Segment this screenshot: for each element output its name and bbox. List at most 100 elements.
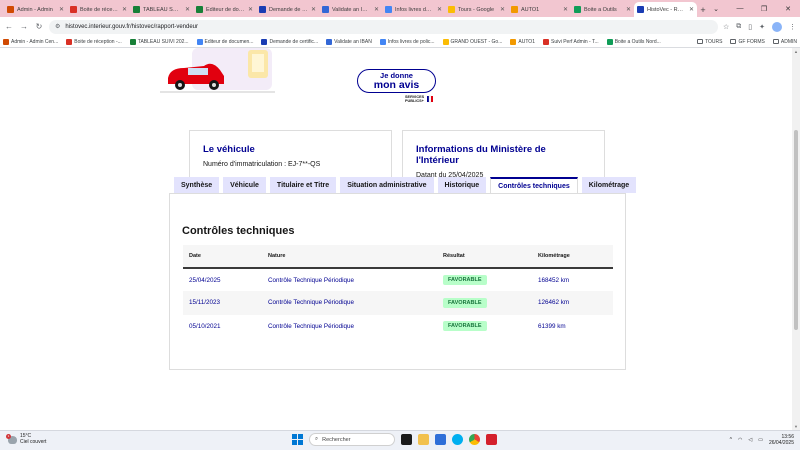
cell-mileage: 61399 km xyxy=(538,322,566,330)
cloud-icon: 1 xyxy=(6,433,17,444)
chevron-up-icon[interactable]: ^ xyxy=(730,437,732,443)
tab-title: Infos livres de police xyxy=(395,6,434,13)
browser-tab[interactable]: AUTO1 ✕ xyxy=(508,2,571,17)
bookmark-folder[interactable]: ADMIN xyxy=(772,39,797,45)
close-tab-icon[interactable]: ✕ xyxy=(563,6,568,13)
browser-tab[interactable]: Validate an IBAN ✕ xyxy=(319,2,382,17)
report-tab[interactable]: Contrôles techniques xyxy=(490,177,578,194)
wifi-icon[interactable]: ◠ xyxy=(738,437,742,443)
bookmark-favicon-icon xyxy=(261,38,268,45)
tab-favicon-icon xyxy=(637,6,644,13)
file-explorer-icon[interactable] xyxy=(418,434,429,445)
browser-tab-strip: Admin - Admin ✕ Boite de réception ✕ TAB… xyxy=(0,0,800,17)
report-tab[interactable]: Historique xyxy=(437,177,487,193)
tab-favicon-icon xyxy=(448,6,455,13)
bookmark-folder[interactable]: TOURS xyxy=(697,39,722,45)
taskbar-search-box[interactable]: ⌕ Rechercher xyxy=(309,433,395,446)
chrome-icon[interactable] xyxy=(469,434,480,445)
tab-search-icon[interactable]: ⌄ xyxy=(704,0,728,17)
report-tab[interactable]: Véhicule xyxy=(223,177,266,193)
give-feedback-button[interactable]: Je donne mon avis xyxy=(357,69,436,93)
tab-title: Demande de certificat xyxy=(269,6,308,13)
close-tab-icon[interactable]: ✕ xyxy=(248,6,253,13)
page-scrollbar[interactable]: ▲ ▼ xyxy=(792,48,800,430)
weather-widget[interactable]: 1 15°C Ciel couvert xyxy=(6,433,46,445)
task-view-icon[interactable] xyxy=(401,434,412,445)
cell-mileage: 168452 km xyxy=(538,276,570,284)
close-tab-icon[interactable]: ✕ xyxy=(122,6,127,13)
report-tab[interactable]: Titulaire et Titre xyxy=(269,177,337,193)
result-badge: FAVORABLE xyxy=(443,275,487,286)
browser-tab[interactable]: Editeur de documents ✕ xyxy=(193,2,256,17)
search-icon: ⌕ xyxy=(315,436,319,442)
report-tab[interactable]: Situation administrative xyxy=(340,177,434,193)
bookmark-folder[interactable]: GF FORMS xyxy=(730,39,765,45)
report-tab[interactable]: Kilométrage xyxy=(581,177,637,193)
table-row: 15/11/2023 Contrôle Technique Périodique… xyxy=(183,291,613,315)
reload-icon[interactable]: ↻ xyxy=(34,22,44,31)
bookmark-item[interactable]: Editeur de documen... xyxy=(196,38,253,45)
close-tab-icon[interactable]: ✕ xyxy=(59,6,64,13)
close-tab-icon[interactable]: ✕ xyxy=(689,6,694,13)
assistant-icon[interactable]: ✦ xyxy=(759,23,765,31)
close-tab-icon[interactable]: ✕ xyxy=(311,6,316,13)
close-tab-icon[interactable]: ✕ xyxy=(374,6,379,13)
tab-title: AUTO1 xyxy=(521,6,540,13)
close-window-icon[interactable]: ✕ xyxy=(776,0,800,17)
bookmark-item[interactable]: Suivi Perf Admin - T... xyxy=(542,38,599,45)
browser-tab[interactable]: Boite de réception ✕ xyxy=(67,2,130,17)
start-windows-icon[interactable] xyxy=(292,434,303,445)
browser-tab[interactable]: Demande de certificat ✕ xyxy=(256,2,319,17)
address-bar[interactable]: ⚙ histovec.interieur.gouv.fr/histovec/ra… xyxy=(49,19,718,34)
bookmark-item[interactable]: Boite de réception -... xyxy=(66,38,122,45)
extensions-icon[interactable]: ⧉ xyxy=(736,23,741,31)
browser-tab[interactable]: Tours - Google ✕ xyxy=(445,2,508,17)
profile-avatar[interactable] xyxy=(772,21,782,32)
cell-date: 05/10/2021 xyxy=(189,322,221,330)
scroll-up-arrow-icon[interactable]: ▲ xyxy=(792,49,800,54)
bookmark-item[interactable]: TABLEAU SUIVI 202... xyxy=(129,38,189,45)
mail-icon[interactable] xyxy=(435,434,446,445)
bookmark-item[interactable]: Infos livres de polic... xyxy=(379,38,435,45)
report-tab[interactable]: Synthèse xyxy=(174,177,220,193)
scrollbar-thumb[interactable] xyxy=(794,130,798,330)
close-tab-icon[interactable]: ✕ xyxy=(500,6,505,13)
browser-tab[interactable]: TABLEAU SUIVI 2025 ✕ xyxy=(130,2,193,17)
folder-icon xyxy=(730,39,737,44)
bookmark-item[interactable]: Demande de certific... xyxy=(261,38,318,45)
forward-arrow-icon[interactable]: → xyxy=(19,22,29,31)
menu-kebab-icon[interactable]: ⋮ xyxy=(789,23,796,31)
sidebar-icon[interactable]: ▯ xyxy=(748,23,752,31)
volume-icon[interactable]: ◁ xyxy=(748,437,752,443)
bookmark-item[interactable]: AUTO1 xyxy=(510,38,535,45)
minimize-icon[interactable]: — xyxy=(728,0,752,17)
col-header-mileage: Kilométrage xyxy=(532,245,613,269)
bookmark-favicon-icon xyxy=(129,38,136,45)
bookmark-item[interactable]: Validate an IBAN xyxy=(326,38,372,45)
bookmark-item[interactable]: GRAND OUEST - Go... xyxy=(442,38,502,45)
tab-favicon-icon xyxy=(196,6,203,13)
browser-tab[interactable]: Admin - Admin ✕ xyxy=(4,2,67,17)
tab-title: Boite de réception xyxy=(80,6,119,13)
battery-icon[interactable]: ▭ xyxy=(758,437,763,443)
browser-tab[interactable]: Boite a Outils ✕ xyxy=(571,2,634,17)
close-tab-icon[interactable]: ✕ xyxy=(437,6,442,13)
close-tab-icon[interactable]: ✕ xyxy=(626,6,631,13)
ministry-card-title: Informations du Ministère de l'Intérieur xyxy=(416,144,546,166)
browser-tab[interactable]: HistoVec - Rapport ✕ xyxy=(634,2,697,17)
skype-icon[interactable] xyxy=(452,434,463,445)
site-info-icon[interactable]: ⚙ xyxy=(55,23,60,30)
scroll-down-arrow-icon[interactable]: ▼ xyxy=(792,424,800,429)
bookmark-favicon-icon xyxy=(542,38,549,45)
acrobat-icon[interactable] xyxy=(486,434,497,445)
bookmark-item[interactable]: Boite a Outils Nord... xyxy=(606,38,661,45)
bookmark-favicon-icon xyxy=(326,38,333,45)
bookmark-item[interactable]: Admin - Admin Cen... xyxy=(3,38,58,45)
close-tab-icon[interactable]: ✕ xyxy=(185,6,190,13)
browser-tab[interactable]: Infos livres de police ✕ xyxy=(382,2,445,17)
notification-badge: 1 xyxy=(6,433,11,439)
back-arrow-icon[interactable]: ← xyxy=(4,22,14,31)
system-clock[interactable]: 13:56 26/04/2025 xyxy=(769,434,794,446)
bookmark-star-icon[interactable]: ☆ xyxy=(723,23,729,31)
maximize-icon[interactable]: ❐ xyxy=(752,0,776,17)
